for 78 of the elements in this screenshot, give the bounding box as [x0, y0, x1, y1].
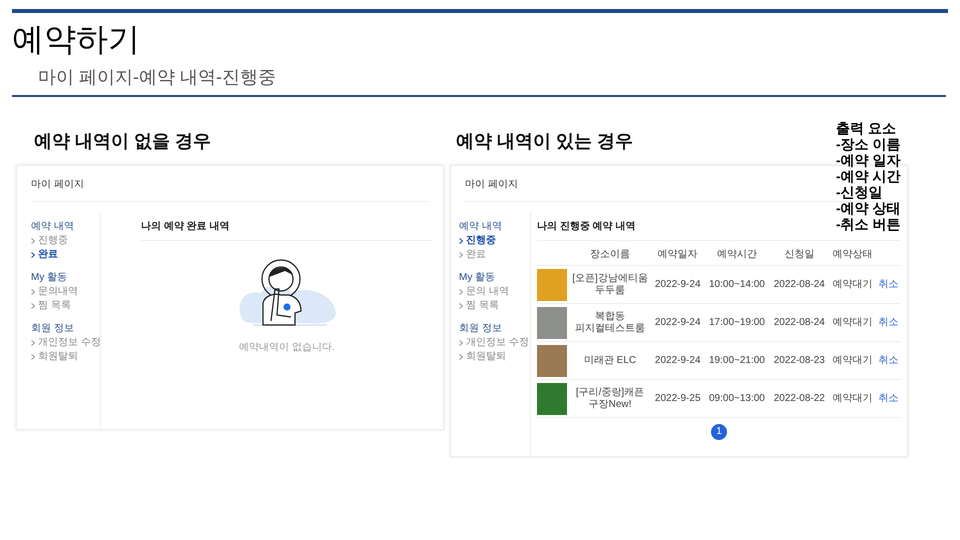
sidebar-item[interactable]: 완료: [466, 248, 486, 261]
column-header: 예약상태: [829, 245, 876, 266]
table-cell: 예약대기: [829, 342, 876, 380]
sidebar-item[interactable]: 찜 목록: [466, 299, 499, 312]
cancel-link[interactable]: 취소: [878, 354, 899, 366]
chevron-right-icon: [459, 302, 463, 308]
table-cell: 19:00~21:00: [704, 342, 770, 380]
photo-placeholder: [537, 344, 567, 376]
table-cell: 2022-08-22: [769, 380, 830, 418]
sidebar-section-title: My 활동: [459, 271, 496, 284]
column-header: 예약시간: [704, 245, 770, 266]
sidebar-section-title: 예약 내역: [459, 220, 503, 233]
table-cell: 복합동 피지컬테스트룸: [569, 304, 651, 342]
table-cell: 09:00~13:00: [704, 380, 770, 418]
content-title: 나의 예약 완료 내역: [141, 220, 433, 241]
column-header: 장소이름: [569, 245, 651, 266]
notes-title: 출력 요소: [836, 120, 897, 136]
chevron-right-icon: [459, 288, 463, 294]
table-cell: [오픈]강남에티움 두두룸: [569, 266, 651, 304]
table-cell: 미래관 ELC: [569, 342, 651, 380]
sidebar-section-title: 회원 정보: [459, 322, 503, 335]
notes-item: -예약 일자: [836, 152, 901, 168]
sidebar-item[interactable]: 진행중: [38, 234, 68, 247]
notes-item: -예약 상태: [836, 200, 901, 216]
section-heading: 예약 내역이 없을 경우: [34, 130, 212, 153]
page-button[interactable]: 1: [711, 424, 727, 440]
table-cell: 2022-9-24: [651, 266, 704, 304]
column-header: 예약일자: [651, 245, 704, 266]
sidebar-item[interactable]: 개인정보 수정: [466, 336, 529, 349]
cancel-link[interactable]: 취소: [878, 392, 899, 404]
sidebar-item[interactable]: 개인정보 수정: [38, 336, 101, 349]
column-header: 신청일: [769, 245, 830, 266]
table-cell: 2022-08-23: [769, 342, 830, 380]
table-cell: 예약대기: [829, 304, 876, 342]
chevron-right-icon: [459, 252, 463, 258]
empty-message: 예약내역이 없습니다.: [239, 341, 335, 354]
table-cell: 2022-9-25: [651, 380, 704, 418]
sidebar-section-title: 예약 내역: [31, 220, 75, 233]
slide-title: 예약하기: [12, 20, 141, 59]
table-cell: 예약대기: [829, 380, 876, 418]
notes-item: -신청일: [836, 184, 884, 200]
chevron-right-icon: [459, 238, 463, 244]
table-cell: 2022-08-24: [769, 266, 830, 304]
chevron-right-icon: [459, 354, 463, 360]
table-cell: 2022-08-24: [769, 304, 830, 342]
chevron-right-icon: [31, 302, 35, 308]
chevron-right-icon: [31, 252, 35, 258]
table-cell: 2022-9-24: [651, 342, 704, 380]
sidebar-item[interactable]: 문의 내역: [466, 285, 509, 298]
sidebar-item[interactable]: 찜 목록: [38, 299, 71, 312]
sidebar-section-title: 회원 정보: [31, 322, 75, 335]
photo-placeholder: [537, 382, 567, 414]
notes-item: -장소 이름: [836, 136, 901, 152]
table-cell: 2022-9-24: [651, 304, 704, 342]
sidebar-item[interactable]: 진행중: [466, 234, 496, 247]
table-cell: 예약대기: [829, 266, 876, 304]
table-cell: [구리/중랑]캐픈 구장New!: [569, 380, 651, 418]
chevron-right-icon: [31, 238, 35, 244]
sidebar-section-title: My 활동: [31, 271, 68, 284]
table-cell: 17:00~19:00: [704, 304, 770, 342]
page-title: 마이 페이지: [31, 178, 429, 202]
sidebar-item[interactable]: 문의내역: [38, 285, 78, 298]
sidebar-item[interactable]: 완료: [38, 248, 58, 261]
chevron-right-icon: [31, 288, 35, 294]
section-heading: 예약 내역이 있는 경우: [456, 130, 634, 153]
photo-placeholder: [537, 268, 567, 300]
chevron-right-icon: [459, 340, 463, 346]
notes-item: -예약 시간: [836, 168, 901, 184]
slide-subtitle: 마이 페이지-예약 내역-진행중: [38, 66, 277, 89]
sidebar-item[interactable]: 회원탈퇴: [38, 350, 78, 363]
table-cell: 10:00~14:00: [704, 266, 770, 304]
photo-placeholder: [537, 306, 567, 338]
chevron-right-icon: [31, 354, 35, 360]
chevron-right-icon: [31, 340, 35, 346]
cancel-link[interactable]: 취소: [878, 278, 899, 290]
cancel-link[interactable]: 취소: [878, 316, 899, 328]
notes-item: -취소 버튼: [836, 216, 901, 232]
sidebar-item[interactable]: 회원탈퇴: [466, 350, 506, 363]
